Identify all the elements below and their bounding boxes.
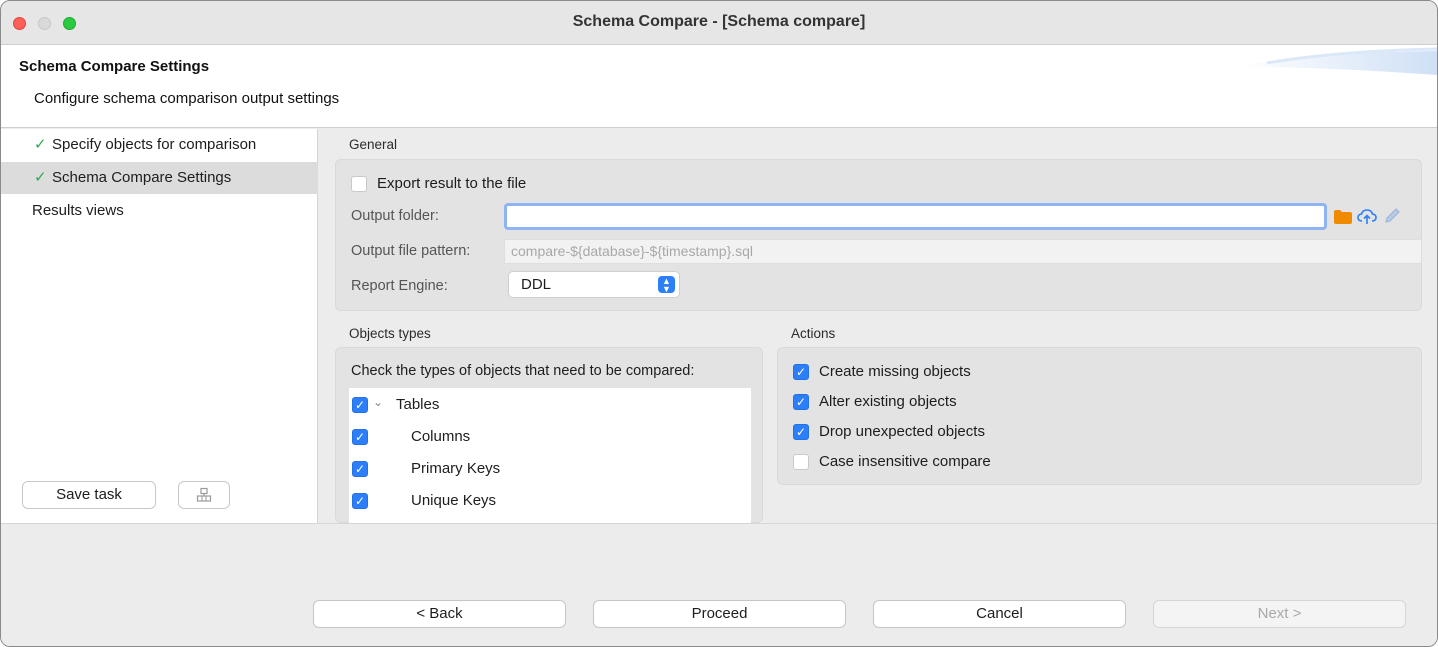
object-types-tree: ✓ ⌄ Tables ✓ Columns ✓ Primary Keys ✓ Un… <box>349 388 751 524</box>
back-button[interactable]: < Back <box>313 600 566 628</box>
actions-group: ✓ Create missing objects ✓ Alter existin… <box>777 347 1422 485</box>
output-pattern-input[interactable]: compare-${database}-${timestamp}.sql <box>504 239 1422 264</box>
actions-group-label: Actions <box>791 326 836 341</box>
chevron-up-down-icon: ▲ ▼ <box>658 276 675 294</box>
primary-keys-checkbox[interactable]: ✓ <box>352 461 368 477</box>
window-title: Schema Compare - [Schema compare] <box>572 13 866 30</box>
save-task-button[interactable]: Save task <box>22 481 156 509</box>
proceed-button[interactable]: Proceed <box>593 600 846 628</box>
case-insensitive-checkbox[interactable] <box>793 454 809 470</box>
create-missing-label: Create missing objects <box>819 363 971 380</box>
report-engine-select[interactable]: DDL ▲ ▼ <box>508 271 680 298</box>
object-types-group: Check the types of objects that need to … <box>335 347 763 524</box>
tree-item-primary-keys: Primary Keys <box>411 460 501 477</box>
next-button[interactable]: Next > <box>1153 600 1406 628</box>
wizard-steps-panel: ✓ Specify objects for comparison ✓ Schema … <box>1 129 318 523</box>
checkmark-icon: ✓ <box>34 169 47 186</box>
nav-item-label: Results views <box>32 202 124 219</box>
report-engine-label: Report Engine: <box>351 278 448 294</box>
unique-keys-checkbox[interactable]: ✓ <box>352 493 368 509</box>
header-banner-graphic <box>1237 47 1437 75</box>
tree-item-tables: Tables <box>396 396 440 413</box>
chevron-down-icon[interactable]: ⌄ <box>373 395 383 409</box>
create-missing-checkbox[interactable]: ✓ <box>793 364 809 380</box>
wizard-header: Schema Compare Settings Configure schema… <box>1 45 1437 128</box>
page-title: Schema Compare Settings <box>19 58 210 75</box>
checkmark-icon: ✓ <box>34 136 47 153</box>
object-types-group-label: Objects types <box>349 326 431 341</box>
output-folder-input[interactable] <box>504 203 1327 230</box>
title-bar: Schema Compare - [Schema compare] <box>1 1 1437 45</box>
export-result-label: Export result to the file <box>377 175 527 192</box>
schema-compare-window: Schema Compare - [Schema compare] Schema… <box>0 0 1438 647</box>
cloud-upload-icon[interactable] <box>1357 208 1377 225</box>
pencil-icon[interactable] <box>1383 207 1401 225</box>
nav-item-results-views[interactable]: Results views <box>1 195 318 227</box>
output-folder-label: Output folder: <box>351 208 439 224</box>
settings-content: General Export result to the file Output… <box>323 129 1437 524</box>
nav-item-label: Specify objects for comparison <box>52 136 257 153</box>
output-pattern-label: Output file pattern: <box>351 243 471 259</box>
nav-item-label: Schema Compare Settings <box>52 169 232 186</box>
case-insensitive-label: Case insensitive compare <box>819 453 991 470</box>
save-task-options-button[interactable] <box>178 481 230 509</box>
tree-item-columns: Columns <box>411 428 471 445</box>
page-subtitle: Configure schema comparison output setti… <box>34 90 340 107</box>
layout-icon <box>196 487 212 502</box>
object-types-instruction: Check the types of objects that need to … <box>351 363 695 379</box>
export-result-checkbox[interactable] <box>351 176 367 192</box>
general-group-label: General <box>349 137 398 152</box>
report-engine-value: DDL <box>521 276 552 293</box>
wizard-footer: < Back Proceed Cancel Next > <box>1 523 1437 646</box>
nav-item-schema-compare-settings[interactable]: ✓ Schema Compare Settings <box>1 162 318 194</box>
drop-unexpected-checkbox[interactable]: ✓ <box>793 424 809 440</box>
alter-existing-label: Alter existing objects <box>819 393 957 410</box>
folder-icon[interactable] <box>1334 210 1352 224</box>
columns-checkbox[interactable]: ✓ <box>352 429 368 445</box>
tables-checkbox[interactable]: ✓ <box>352 397 368 413</box>
cancel-button[interactable]: Cancel <box>873 600 1126 628</box>
general-group: Export result to the file Output folder:… <box>335 159 1422 311</box>
nav-item-specify-objects[interactable]: ✓ Specify objects for comparison <box>1 129 318 161</box>
alter-existing-checkbox[interactable]: ✓ <box>793 394 809 410</box>
drop-unexpected-label: Drop unexpected objects <box>819 423 985 440</box>
tree-item-unique-keys: Unique Keys <box>411 492 497 509</box>
